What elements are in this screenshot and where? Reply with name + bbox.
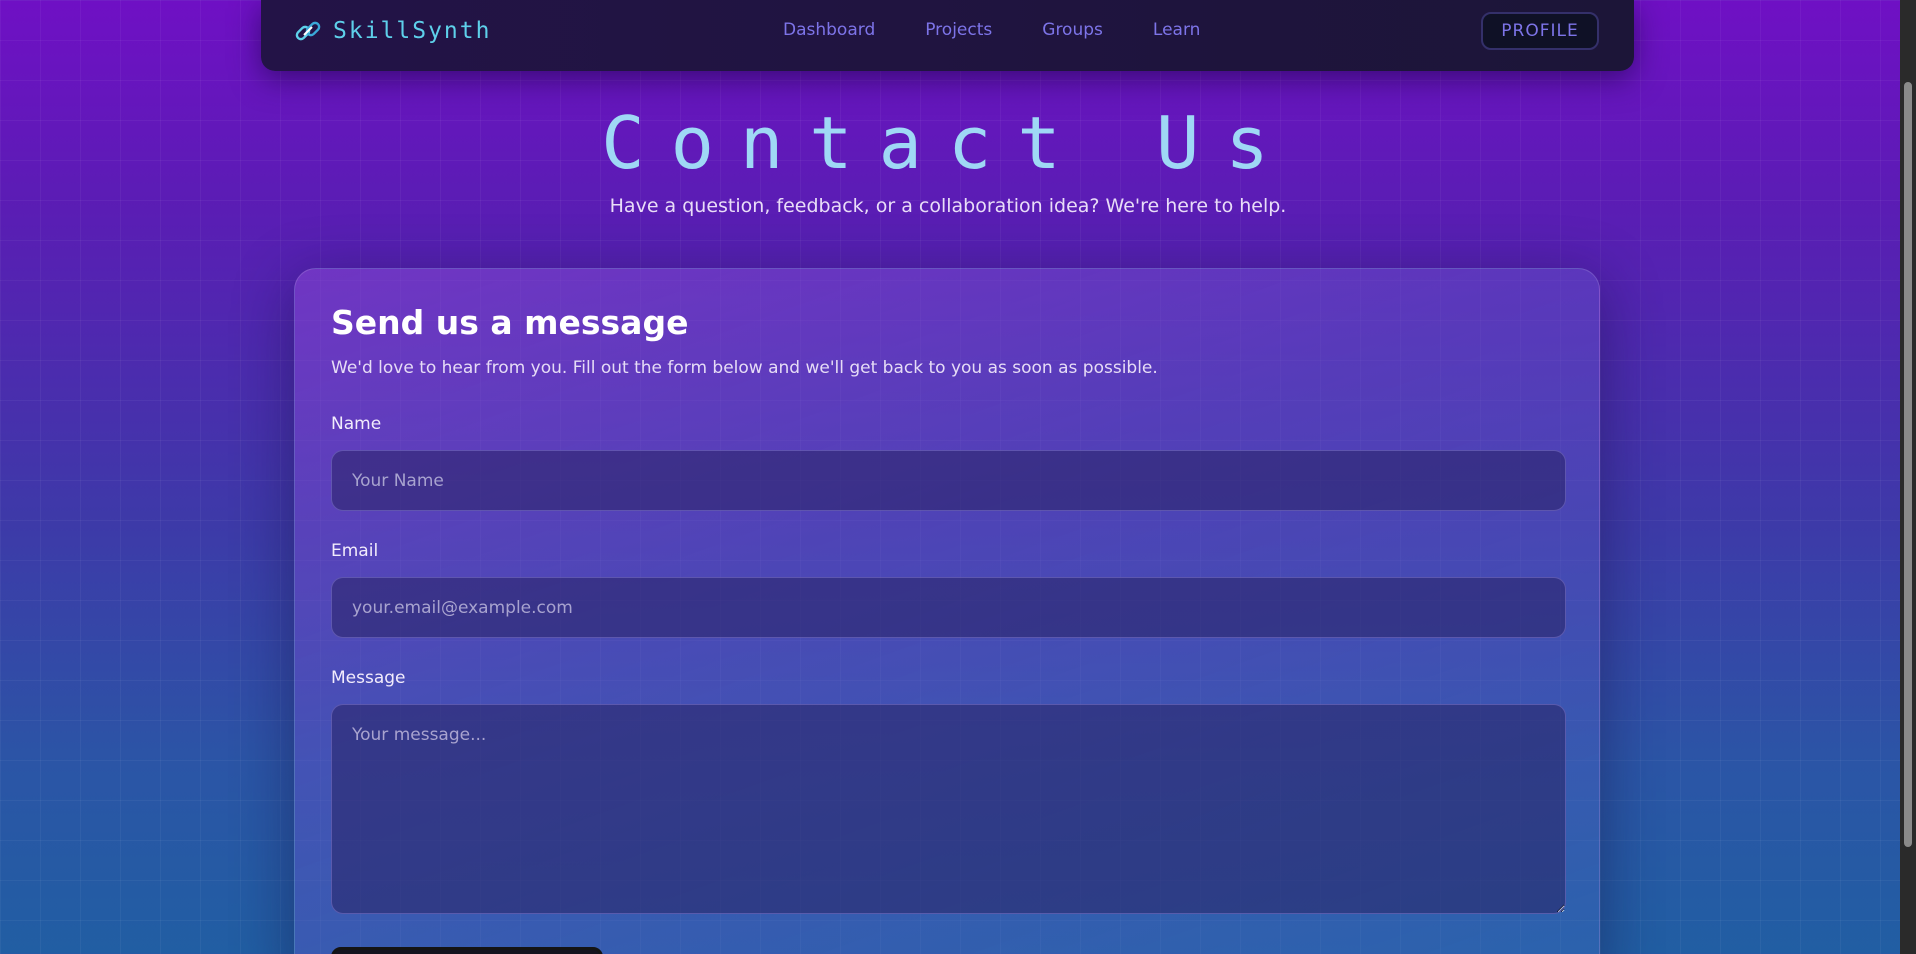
email-input[interactable] — [331, 577, 1566, 638]
message-textarea[interactable] — [331, 704, 1566, 914]
nav-groups[interactable]: Groups — [1042, 20, 1103, 40]
name-input[interactable] — [331, 450, 1566, 511]
nav-links: Dashboard Projects Groups Learn — [783, 20, 1200, 40]
nav-learn[interactable]: Learn — [1153, 20, 1201, 40]
form-description: We'd love to hear from you. Fill out the… — [331, 358, 1158, 378]
page-subtitle: Have a question, feedback, or a collabor… — [609, 195, 1287, 217]
nav-dashboard[interactable]: Dashboard — [783, 20, 875, 40]
scrollbar[interactable] — [1900, 0, 1916, 954]
top-navbar: SkillSynth Dashboard Projects Groups Lea… — [261, 0, 1634, 71]
brand[interactable]: SkillSynth — [293, 16, 491, 46]
message-label: Message — [331, 668, 406, 688]
page-title: Contact Us — [601, 101, 1295, 185]
submit-button[interactable] — [331, 947, 603, 954]
link-icon — [295, 21, 321, 41]
profile-button[interactable]: PROFILE — [1481, 12, 1599, 50]
name-label: Name — [331, 414, 382, 434]
contact-form-card: Send us a message We'd love to hear from… — [294, 268, 1600, 954]
email-label: Email — [331, 541, 379, 561]
form-title: Send us a message — [331, 303, 689, 342]
nav-projects[interactable]: Projects — [925, 20, 992, 40]
scrollbar-thumb[interactable] — [1904, 82, 1912, 847]
brand-name: SkillSynth — [333, 18, 492, 44]
